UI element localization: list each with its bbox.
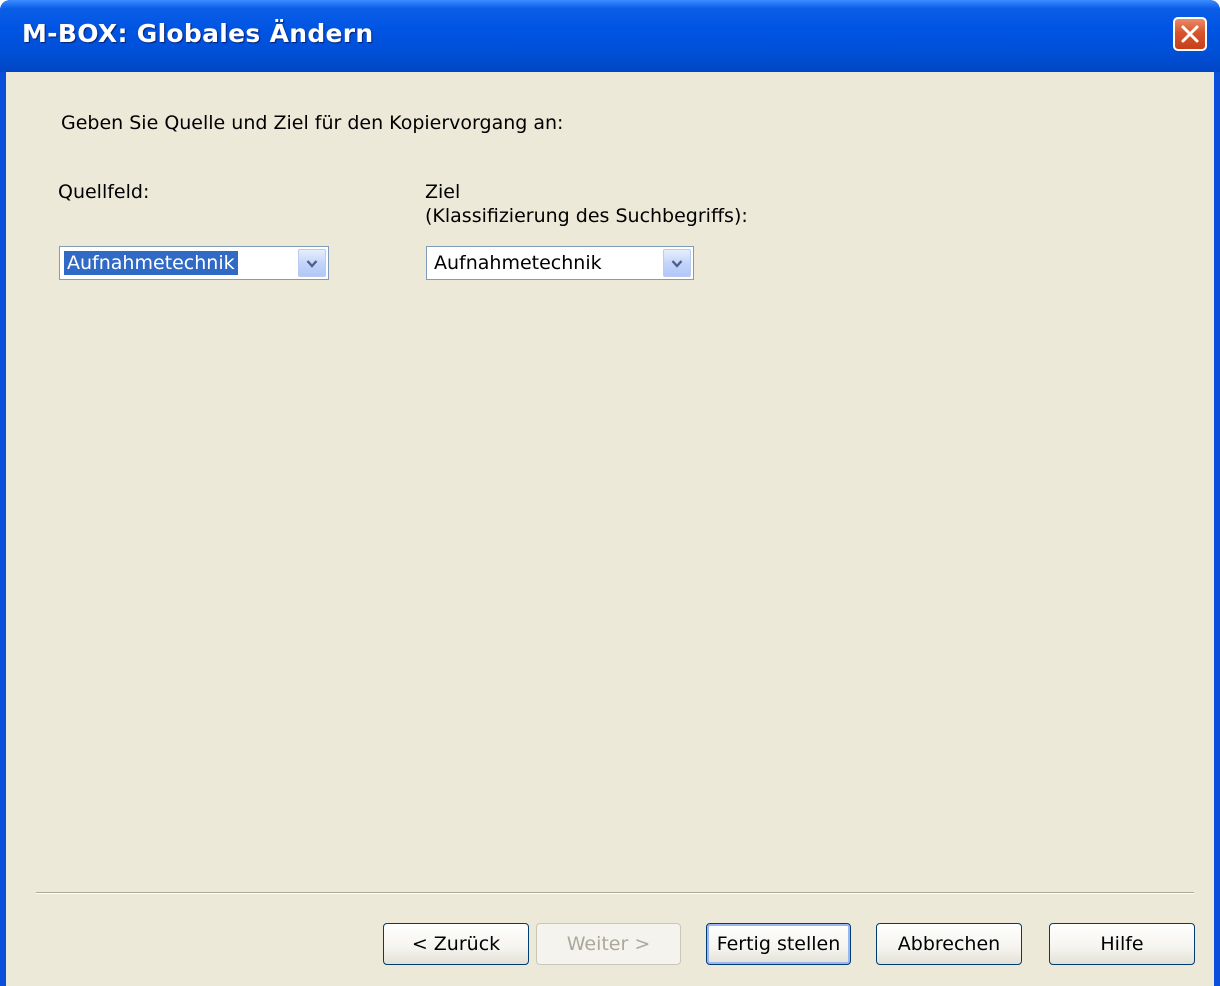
help-button[interactable]: Hilfe: [1049, 923, 1195, 965]
target-field-value: Aufnahmetechnik: [434, 252, 602, 274]
dialog-window: M-BOX: Globales Ändern Geben Sie Quelle …: [0, 0, 1220, 986]
source-field-value: Aufnahmetechnik: [64, 251, 238, 275]
chevron-down-icon: [671, 260, 683, 268]
finish-button[interactable]: Fertig stellen: [706, 923, 851, 965]
back-button[interactable]: < Zurück: [383, 923, 529, 965]
target-field-select[interactable]: Aufnahmetechnik: [426, 246, 694, 280]
source-field-select[interactable]: Aufnahmetechnik: [59, 246, 329, 280]
chevron-down-icon: [306, 260, 318, 268]
close-button[interactable]: [1173, 17, 1207, 51]
target-label-line2: (Klassifizierung des Suchbegriffs):: [425, 205, 748, 227]
source-field-label: Quellfeld:: [58, 181, 150, 203]
instruction-text: Geben Sie Quelle und Ziel für den Kopier…: [61, 112, 564, 134]
next-button[interactable]: Weiter >: [536, 923, 681, 965]
dialog-content: Geben Sie Quelle und Ziel für den Kopier…: [6, 72, 1214, 986]
target-dropdown-button[interactable]: [663, 249, 691, 277]
cancel-button[interactable]: Abbrechen: [876, 923, 1022, 965]
target-label-line1: Ziel: [425, 181, 461, 203]
title-bar[interactable]: M-BOX: Globales Ändern: [0, 0, 1220, 72]
close-icon: [1181, 25, 1199, 43]
source-dropdown-button[interactable]: [298, 249, 326, 277]
button-separator: [36, 892, 1194, 894]
window-title: M-BOX: Globales Ändern: [22, 19, 374, 48]
